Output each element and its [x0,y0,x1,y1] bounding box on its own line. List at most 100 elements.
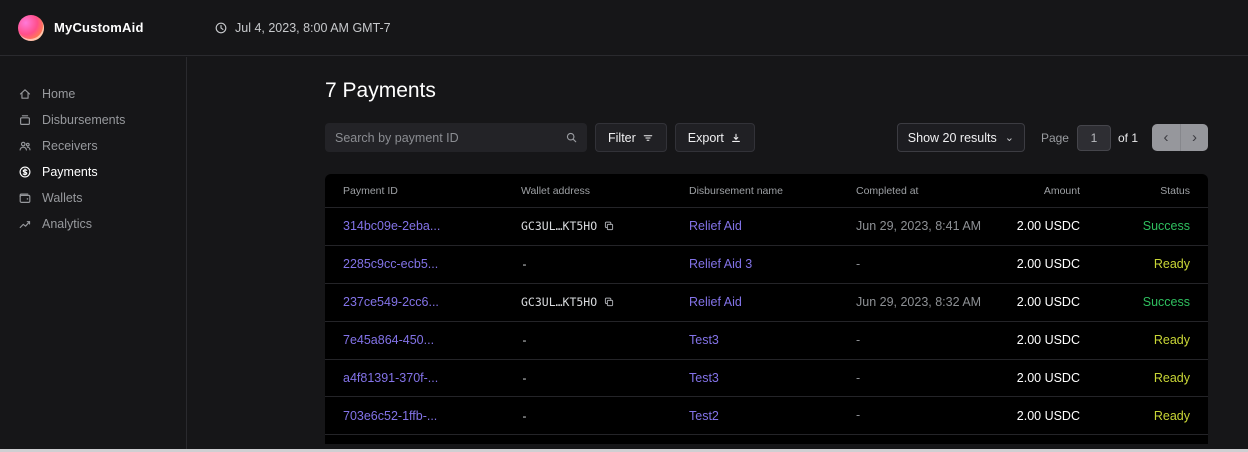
wallet-address-text: - [521,333,528,347]
filter-button-label: Filter [608,131,636,145]
wallet-address-text: - [521,257,528,271]
next-page-button[interactable]: › [1180,124,1208,151]
sidebar-item-analytics[interactable]: Analytics [0,211,186,237]
column-header-disbursement-name: Disbursement name [689,185,856,197]
wallet-address-text: - [521,409,528,423]
export-button-label: Export [688,131,724,145]
completed-at-cell: Jun 29, 2023, 8:41 AM [856,218,986,235]
status-badge: Ready [1080,371,1190,385]
status-badge: Success [1080,295,1190,309]
page-label: Page [1041,131,1069,145]
status-badge: Ready [1080,409,1190,423]
table-row: 2285c9cc-ecb5... - Relief Aid 3 - 2.00 U… [325,246,1208,284]
toolbar-right: Show 20 results ⌄ Page of 1 ‹ › [897,123,1208,152]
completed-at-cell: - [856,407,986,424]
clock-icon [214,21,228,35]
page-number-input[interactable] [1077,125,1111,151]
copy-icon[interactable] [603,296,615,308]
column-header-wallet-address: Wallet address [521,185,689,197]
amount-cell: 2.00 USDC [1006,219,1080,233]
amount-cell: 2.00 USDC [1006,257,1080,271]
prev-page-button[interactable]: ‹ [1152,124,1180,151]
table-row: 7e45a864-450... - Test3 - 2.00 USDC Read… [325,322,1208,360]
table-body: 314bc09e-2eba... GC3UL…KT5HO Relief Aid … [325,208,1208,435]
sidebar-item-label: Analytics [42,217,92,231]
amount-cell: 2.00 USDC [1006,371,1080,385]
sidebar-item-home[interactable]: Home [0,81,186,107]
wallets-icon [18,191,32,205]
disbursement-name-link[interactable]: Test2 [689,409,856,423]
export-button[interactable]: Export [675,123,755,152]
payments-icon [18,165,32,179]
search-input[interactable] [325,123,587,152]
brand-name: MyCustomAid [54,20,144,35]
main-content: 7 Payments Filter Export [187,57,1248,452]
sidebar-item-label: Receivers [42,139,98,153]
payment-id-link[interactable]: 2285c9cc-ecb5... [343,257,521,271]
status-badge: Ready [1080,333,1190,347]
payment-id-link[interactable]: 237ce549-2cc6... [343,295,521,309]
wallet-address-text: GC3UL…KT5HO [521,219,597,233]
sidebar-item-label: Payments [42,165,98,179]
disbursement-name-link[interactable]: Test3 [689,371,856,385]
sidebar-item-disbursements[interactable]: Disbursements [0,107,186,133]
payment-id-link[interactable]: 7e45a864-450... [343,333,521,347]
table-row: 703e6c52-1ffb-... - Test2 - 2.00 USDC Re… [325,397,1208,435]
sidebar-item-label: Wallets [42,191,83,205]
amount-cell: 2.00 USDC [1006,409,1080,423]
wallet-address-text: - [521,371,528,385]
datetime-text: Jul 4, 2023, 8:00 AM GMT-7 [235,21,391,35]
receivers-icon [18,139,32,153]
wallet-address-cell: GC3UL…KT5HO [521,295,689,309]
completed-at-cell: Jun 29, 2023, 8:32 AM [856,294,986,311]
column-header-completed-at: Completed at [856,185,1006,197]
table-row: 237ce549-2cc6... GC3UL…KT5HO Relief Aid … [325,284,1208,322]
page-title: 7 Payments [325,79,1208,103]
column-header-amount: Amount [1006,185,1080,197]
completed-at-cell: - [856,370,986,387]
analytics-icon [18,217,32,231]
disbursement-name-link[interactable]: Test3 [689,333,856,347]
search-wrap [325,123,587,152]
copy-icon[interactable] [603,220,615,232]
column-header-payment-id: Payment ID [343,185,521,197]
filter-button[interactable]: Filter [595,123,667,152]
payments-table: Payment ID Wallet address Disbursement n… [325,174,1208,444]
wallet-address-cell: - [521,371,689,385]
table-header: Payment ID Wallet address Disbursement n… [325,174,1208,208]
page-count-label: of 1 [1118,131,1138,145]
sidebar-item-wallets[interactable]: Wallets [0,185,186,211]
column-header-status: Status [1080,185,1190,197]
home-icon [18,87,32,101]
wallet-address-cell: GC3UL…KT5HO [521,219,689,233]
status-badge: Ready [1080,257,1190,271]
payment-id-link[interactable]: 703e6c52-1ffb-... [343,409,521,423]
sidebar-item-payments[interactable]: Payments [0,159,186,185]
disbursements-icon [18,113,32,127]
wallet-address-text: GC3UL…KT5HO [521,295,597,309]
results-per-page-value: Show 20 results [908,131,997,145]
results-per-page-select[interactable]: Show 20 results ⌄ [897,123,1025,152]
disbursement-name-link[interactable]: Relief Aid [689,219,856,233]
payment-id-link[interactable]: a4f81391-370f-... [343,371,521,385]
table-row: a4f81391-370f-... - Test3 - 2.00 USDC Re… [325,360,1208,398]
completed-at-cell: - [856,332,986,349]
sidebar-item-receivers[interactable]: Receivers [0,133,186,159]
table-row: 314bc09e-2eba... GC3UL…KT5HO Relief Aid … [325,208,1208,246]
topbar: MyCustomAid Jul 4, 2023, 8:00 AM GMT-7 [0,0,1248,56]
amount-cell: 2.00 USDC [1006,333,1080,347]
completed-at-cell: - [856,256,986,273]
app-logo [18,15,44,41]
payment-id-link[interactable]: 314bc09e-2eba... [343,219,521,233]
filter-icon [642,132,654,144]
disbursement-name-link[interactable]: Relief Aid 3 [689,257,856,271]
disbursement-name-link[interactable]: Relief Aid [689,295,856,309]
sidebar-item-label: Disbursements [42,113,125,127]
sidebar-item-label: Home [42,87,75,101]
toolbar: Filter Export Show 20 results ⌄ Page o [325,123,1208,152]
wallet-address-cell: - [521,333,689,347]
wallet-address-cell: - [521,257,689,271]
brand: MyCustomAid [18,15,190,41]
search-icon [565,131,578,144]
amount-cell: 2.00 USDC [1006,295,1080,309]
